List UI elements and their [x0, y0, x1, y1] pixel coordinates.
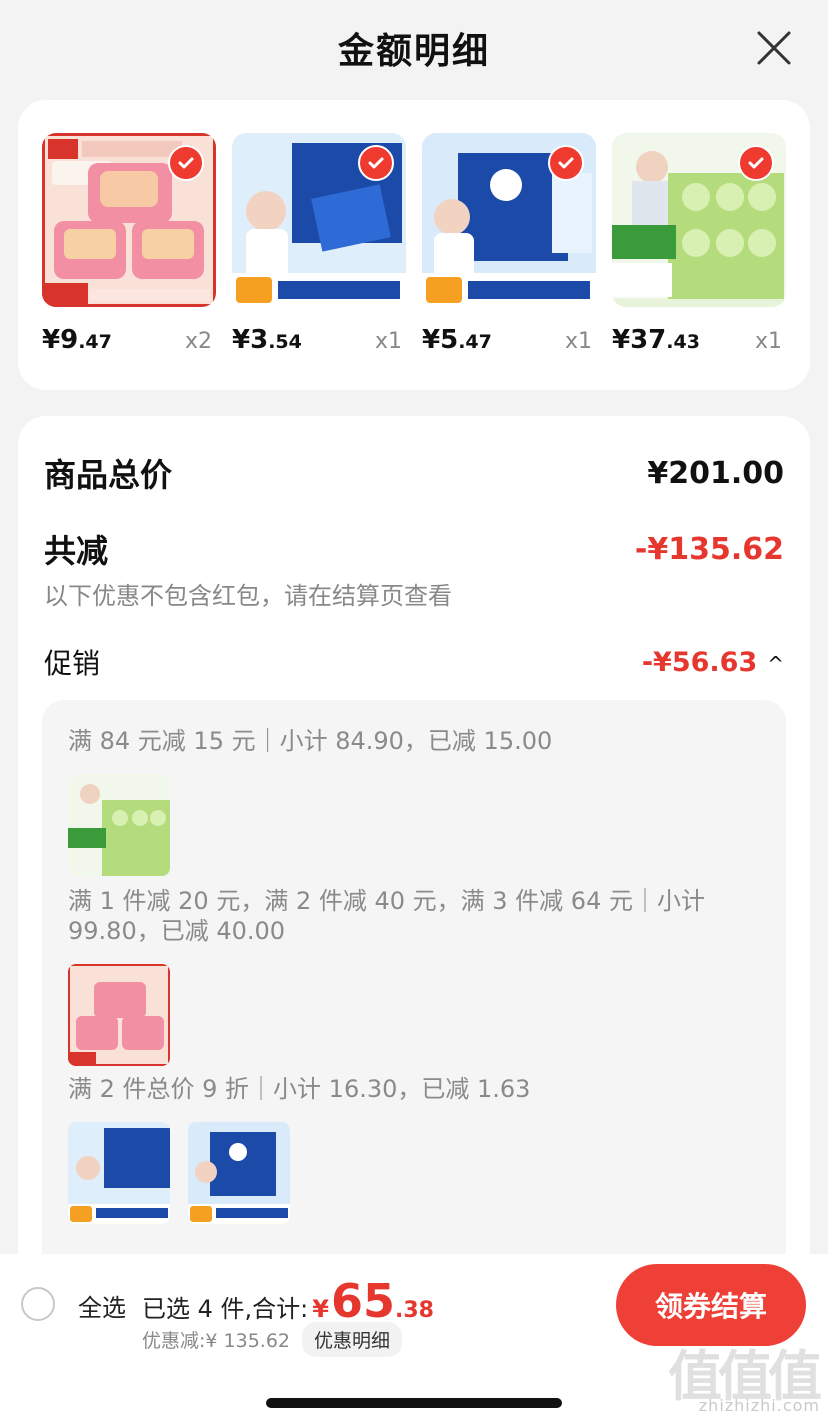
product-quantity: x1 — [754, 329, 782, 354]
product-image[interactable] — [232, 133, 406, 307]
product-quantity: x1 — [564, 329, 592, 354]
total-reduce-value: -¥135.62 — [634, 531, 784, 567]
total-amount-integer: 65 — [330, 1274, 395, 1328]
goods-total-row: 商品总价 ¥201.00 — [44, 450, 784, 496]
total-reduce-label: 共减 — [44, 532, 109, 570]
promo-label: 促销 — [44, 647, 101, 680]
product-quantity: x2 — [184, 329, 212, 354]
product-image[interactable] — [612, 133, 786, 307]
goods-total-label: 商品总价 — [44, 456, 173, 494]
watermark-text: zhizhizhi.com — [698, 1396, 820, 1415]
product-item[interactable]: ¥3.54 x1 — [232, 133, 406, 355]
page-title: 金额明细 — [337, 31, 490, 72]
product-quantity: x1 — [374, 329, 402, 354]
selected-summary: 已选 4 件,合计: ¥ 65 .38 — [142, 1274, 434, 1328]
total-amount-decimal: .38 — [394, 1298, 434, 1323]
product-item[interactable]: ¥5.47 x1 — [422, 133, 596, 355]
product-price: ¥3.54 — [232, 325, 302, 355]
promo-rule-text: 满 2 件总价 9 折｜小计 16.30，已减 1.63 — [68, 1075, 531, 1103]
goods-total-value: ¥201.00 — [647, 455, 784, 491]
selected-check-icon[interactable] — [738, 145, 774, 181]
reduce-note: 以下优惠不包含红包，请在结算页查看 — [44, 582, 452, 610]
header: 金额明细 — [0, 0, 828, 96]
promo-product-thumb[interactable] — [188, 1122, 290, 1224]
product-item[interactable]: ¥9.47 x2 — [42, 133, 216, 355]
selected-check-icon[interactable] — [358, 145, 394, 181]
product-price: ¥9.47 — [42, 325, 112, 355]
products-card: ¥9.47 x2 ¥3.54 x1 ¥5.47 x1 ¥37.43 x1 — [18, 100, 810, 390]
product-price: ¥5.47 — [422, 325, 492, 355]
discount-detail-link[interactable]: 优惠明细 — [302, 1322, 403, 1357]
discount-text: 优惠减:¥ 135.62 — [142, 1330, 291, 1352]
selected-check-icon[interactable] — [548, 145, 584, 181]
promo-product-thumb[interactable] — [68, 1122, 170, 1224]
promo-value: -¥56.63 — [641, 646, 758, 678]
price-detail-card: 商品总价 ¥201.00 共减 -¥135.62 以下优惠不包含红包，请在结算页… — [18, 416, 810, 1296]
select-all-label[interactable]: 全选 — [78, 1288, 126, 1323]
product-image[interactable] — [42, 133, 216, 307]
product-image[interactable] — [422, 133, 596, 307]
home-indicator — [266, 1398, 562, 1408]
promo-value-group[interactable]: -¥56.63 ^ — [642, 647, 784, 678]
select-all-radio[interactable] — [21, 1287, 55, 1321]
selected-check-icon[interactable] — [168, 145, 204, 181]
product-item[interactable]: ¥37.43 x1 — [612, 133, 786, 355]
chevron-up-icon[interactable]: ^ — [767, 652, 784, 676]
promo-detail-box: 满 84 元减 15 元｜小计 84.90，已减 15.00 满 1 件减 20… — [42, 700, 786, 1280]
promo-product-thumb[interactable] — [68, 964, 170, 1066]
promo-rule-text: 满 84 元减 15 元｜小计 84.90，已减 15.00 — [68, 727, 553, 755]
total-currency: ¥ — [312, 1295, 329, 1323]
total-reduce-row: 共减 -¥135.62 — [44, 526, 784, 572]
selected-count-text: 已选 4 件,合计: — [142, 1295, 309, 1323]
promo-row[interactable]: 促销 -¥56.63 ^ — [44, 642, 784, 682]
promo-rule-text: 满 1 件减 20 元，满 2 件减 40 元，满 3 件减 64 元｜小计 9… — [68, 887, 705, 945]
promo-product-thumb[interactable] — [68, 774, 170, 876]
product-price: ¥37.43 — [612, 325, 700, 355]
close-icon[interactable] — [754, 28, 794, 68]
